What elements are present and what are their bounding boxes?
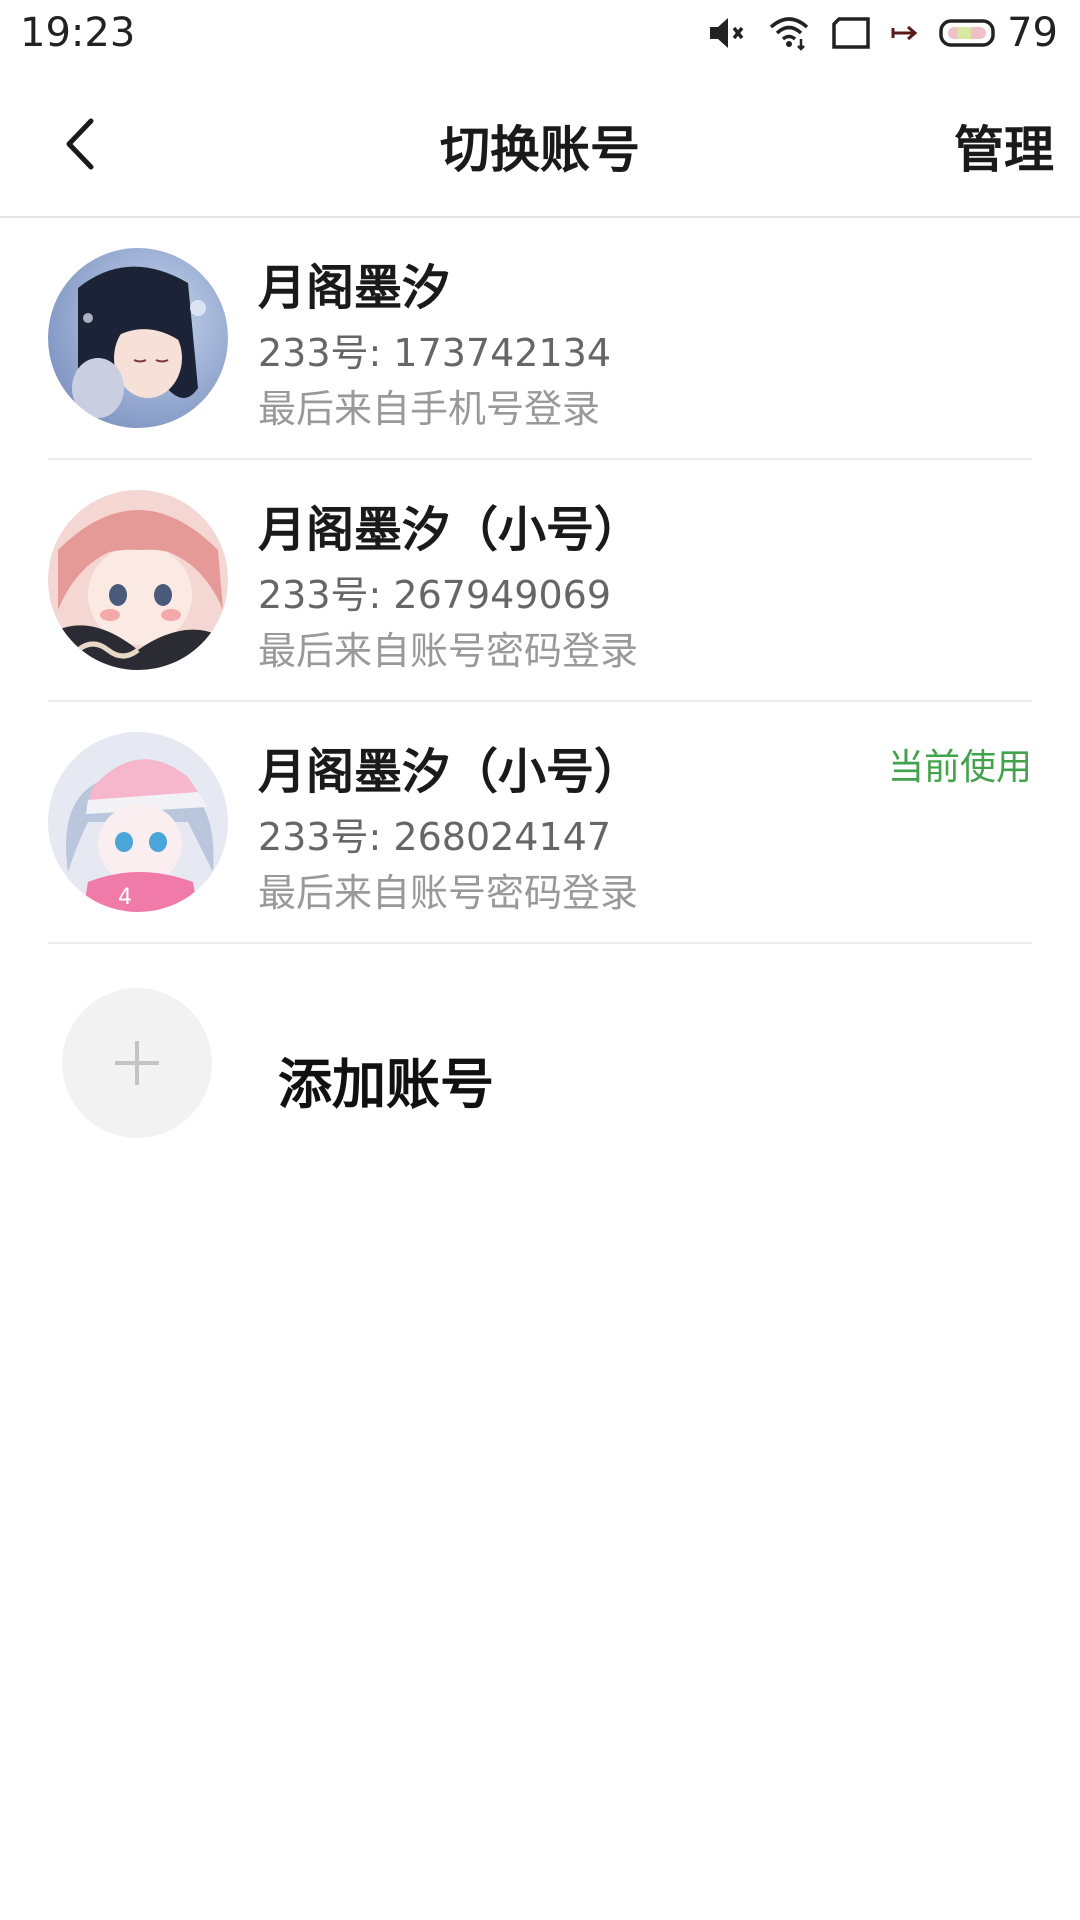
- account-item[interactable]: 4 月阁墨汐（小号） 233号: 268024147 最后来自账号密码登录 当前…: [0, 702, 1080, 944]
- account-list: 月阁墨汐 233号: 173742134 最后来自手机号登录 月阁墨汐（小号） …: [0, 218, 1080, 944]
- avatar: 4: [48, 732, 228, 912]
- switch-account-screen: 19:23 79 切换账号 管理 月阁墨汐 233号: 173742134 最后…: [0, 0, 1080, 1920]
- current-account-badge: 当前使用: [887, 747, 1032, 788]
- plus-icon: [115, 1041, 159, 1085]
- manage-button[interactable]: 管理: [954, 110, 1054, 182]
- account-id: 233号: 268024147: [258, 815, 612, 859]
- add-account-label: 添加账号: [278, 1053, 494, 1116]
- wifi-icon: [769, 17, 809, 51]
- battery-icon: [939, 19, 995, 47]
- avatar: [48, 490, 228, 670]
- account-item[interactable]: 月阁墨汐 233号: 173742134 最后来自手机号登录: [0, 218, 1080, 460]
- account-login-method: 最后来自手机号登录: [258, 387, 601, 431]
- status-icons: 79: [687, 8, 1058, 58]
- page-title: 切换账号: [440, 121, 640, 179]
- account-login-method: 最后来自账号密码登录: [258, 629, 639, 673]
- add-account-button[interactable]: 添加账号: [0, 960, 1080, 1160]
- account-item[interactable]: 月阁墨汐（小号） 233号: 267949069 最后来自账号密码登录: [0, 460, 1080, 702]
- account-name: 月阁墨汐（小号）: [258, 744, 643, 800]
- battery-level: 79: [1007, 10, 1058, 56]
- mute-icon: [710, 18, 744, 48]
- account-name: 月阁墨汐: [258, 260, 451, 316]
- account-id: 233号: 173742134: [258, 331, 612, 375]
- avatar: [48, 248, 228, 428]
- add-circle: [62, 988, 212, 1138]
- screen-icon: [832, 17, 870, 49]
- status-time: 19:23: [20, 10, 136, 56]
- status-bar: 19:23 79: [0, 0, 1080, 66]
- navigation-header: 切换账号 管理: [0, 66, 1080, 218]
- account-id: 233号: 267949069: [258, 573, 612, 617]
- account-name: 月阁墨汐（小号）: [258, 502, 643, 558]
- account-login-method: 最后来自账号密码登录: [258, 871, 639, 915]
- arrow-icon: [891, 25, 918, 41]
- svg-text:4: 4: [118, 885, 132, 910]
